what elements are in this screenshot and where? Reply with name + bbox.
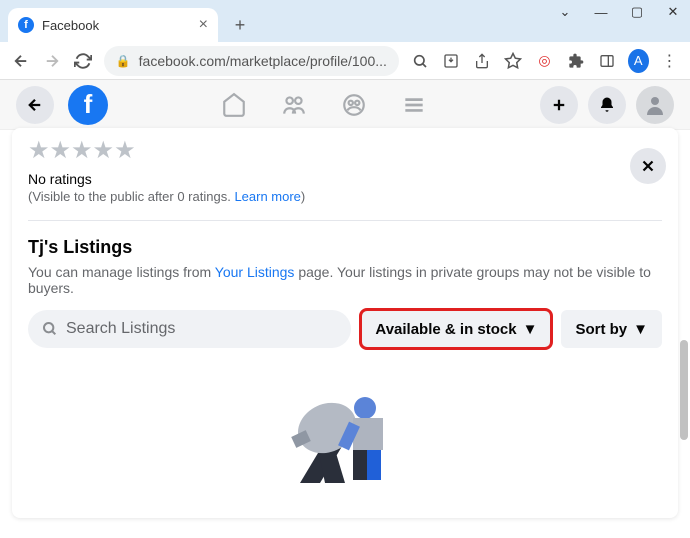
listings-heading: Tj's Listings [28, 237, 662, 258]
listings-controls: Search Listings Available & in stock ▼ S… [28, 310, 662, 348]
tab-close-icon[interactable]: × [199, 16, 208, 34]
install-app-icon[interactable] [440, 49, 461, 73]
star-icon: ★ [93, 136, 115, 165]
caret-down-icon: ▼ [633, 321, 648, 338]
nav-reload-button[interactable] [72, 49, 93, 73]
lock-icon: 🔒 [116, 54, 131, 68]
extension-record-icon[interactable]: ◎ [534, 49, 555, 73]
browser-tab[interactable]: f Facebook × [8, 8, 218, 42]
sort-by-dropdown[interactable]: Sort by ▼ [561, 310, 662, 348]
tab-favicon: f [18, 17, 34, 33]
fb-header: f [0, 80, 690, 130]
menu-icon[interactable] [401, 92, 427, 118]
bookmark-star-icon[interactable] [503, 49, 524, 73]
account-avatar[interactable] [636, 86, 674, 124]
scrollbar-thumb[interactable] [680, 340, 688, 440]
extensions-puzzle-icon[interactable] [565, 49, 586, 73]
tab-title: Facebook [42, 18, 191, 33]
profile-avatar-button[interactable]: A [628, 49, 649, 73]
rating-stars: ★★★★★ [28, 136, 662, 165]
new-tab-button[interactable]: + [226, 11, 254, 39]
nav-back-button[interactable] [10, 49, 31, 73]
learn-more-link[interactable]: Learn more [234, 189, 300, 204]
empty-state-illustration [28, 348, 662, 498]
availability-filter-dropdown[interactable]: Available & in stock ▼ [361, 310, 551, 348]
create-plus-button[interactable] [540, 86, 578, 124]
browser-menu-button[interactable]: ⋮ [659, 49, 680, 73]
notifications-bell-button[interactable] [588, 86, 626, 124]
caret-down-icon: ▼ [523, 321, 538, 338]
groups-icon[interactable] [341, 92, 367, 118]
share-icon[interactable] [471, 49, 492, 73]
star-icon: ★ [28, 136, 50, 165]
star-icon: ★ [114, 136, 136, 165]
nav-forward-button[interactable] [41, 49, 62, 73]
window-maximize-button[interactable]: ▢ [628, 4, 646, 20]
url-text: facebook.com/marketplace/profile/100... [139, 53, 387, 69]
ratings-visibility-text: (Visible to the public after 0 ratings. … [28, 189, 662, 204]
window-minimize-button[interactable]: — [592, 5, 610, 20]
omnibox-search-icon[interactable] [409, 49, 430, 73]
close-panel-button[interactable] [630, 148, 666, 184]
home-icon[interactable] [221, 92, 247, 118]
search-placeholder: Search Listings [66, 320, 175, 338]
profile-panel: ★★★★★ No ratings (Visible to the public … [12, 128, 678, 518]
side-panel-icon[interactable] [596, 49, 617, 73]
listings-description: You can manage listings from Your Listin… [28, 264, 662, 296]
divider [28, 220, 662, 221]
search-listings-input[interactable]: Search Listings [28, 310, 351, 348]
fb-top-nav [122, 92, 526, 118]
address-bar[interactable]: 🔒 facebook.com/marketplace/profile/100..… [104, 46, 399, 76]
star-icon: ★ [71, 136, 93, 165]
window-close-button[interactable]: ✕ [664, 4, 682, 20]
browser-toolbar: 🔒 facebook.com/marketplace/profile/100..… [0, 42, 690, 80]
fb-header-right [540, 86, 674, 124]
no-ratings-text: No ratings [28, 171, 662, 187]
fb-logo[interactable]: f [68, 85, 108, 125]
fb-back-button[interactable] [16, 86, 54, 124]
star-icon: ★ [50, 136, 72, 165]
friends-icon[interactable] [281, 92, 307, 118]
search-icon [42, 321, 58, 337]
chevron-down-icon[interactable]: ⌄ [556, 4, 574, 20]
your-listings-link[interactable]: Your Listings [215, 264, 295, 280]
browser-titlebar: f Facebook × + ⌄ — ▢ ✕ [0, 0, 690, 42]
window-controls: ⌄ — ▢ ✕ [556, 4, 682, 20]
